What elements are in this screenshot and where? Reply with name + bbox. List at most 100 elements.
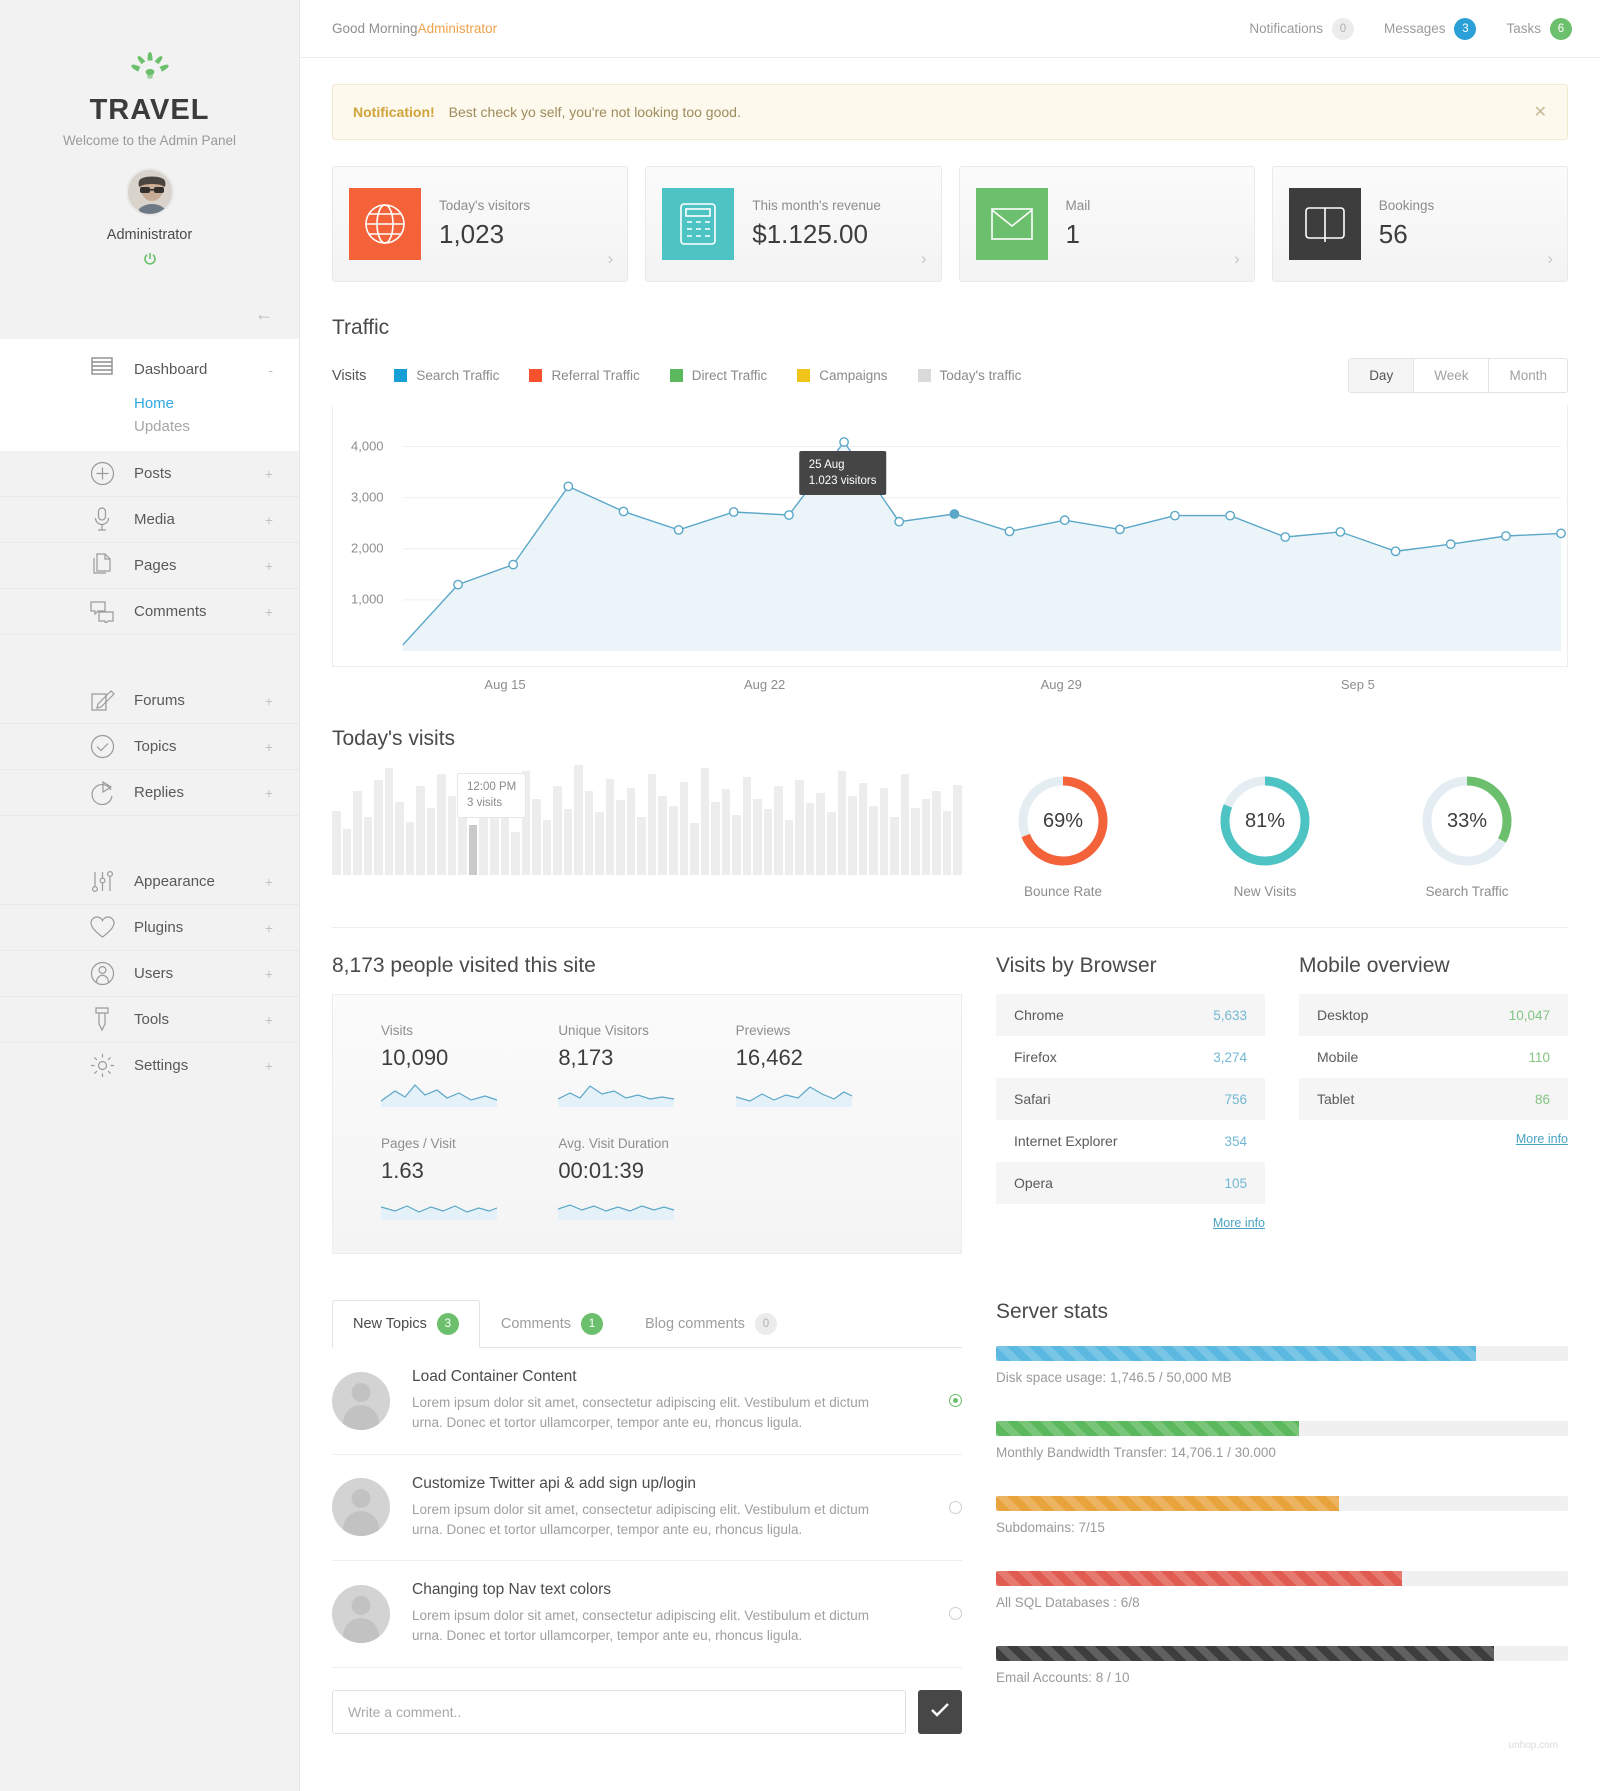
- chevron-right-icon[interactable]: ›: [608, 249, 614, 269]
- toggle-icon[interactable]: +: [265, 605, 273, 619]
- visit-bar[interactable]: [384, 768, 394, 875]
- comment-input[interactable]: [332, 1689, 906, 1734]
- chevron-right-icon[interactable]: ›: [1234, 249, 1240, 269]
- visit-bar[interactable]: [342, 829, 352, 875]
- card-todays-visitors[interactable]: Today's visitors 1,023 ›: [332, 166, 629, 282]
- visit-bar[interactable]: [911, 807, 920, 875]
- sidebar-item-comments[interactable]: Comments +: [0, 588, 299, 634]
- toggle-icon[interactable]: +: [265, 875, 273, 889]
- topic-item[interactable]: Load Container Content Lorem ipsum dolor …: [332, 1348, 962, 1455]
- legend-item-campaigns[interactable]: Campaigns: [797, 368, 888, 383]
- sidebar-item-topics[interactable]: Topics +: [0, 723, 299, 769]
- tab-new-topics[interactable]: New Topics 3: [332, 1300, 480, 1348]
- topic-radio[interactable]: [949, 1500, 962, 1514]
- visit-bar[interactable]: [732, 815, 741, 875]
- toggle-icon[interactable]: +: [265, 967, 273, 981]
- browser-row[interactable]: Chrome 5,633: [996, 994, 1265, 1036]
- topic-radio[interactable]: [949, 1607, 962, 1621]
- visit-bar[interactable]: [637, 816, 646, 875]
- range-week-button[interactable]: Week: [1413, 359, 1489, 392]
- sidebar-item-pages[interactable]: Pages +: [0, 542, 299, 588]
- sidebar-subitem-updates[interactable]: Updates: [0, 415, 299, 451]
- visit-bar[interactable]: [795, 780, 804, 875]
- tab-blog-comments[interactable]: Blog comments 0: [624, 1300, 798, 1348]
- card-bookings[interactable]: Bookings 56 ›: [1271, 166, 1568, 282]
- sidebar-item-dashboard[interactable]: Dashboard -: [0, 339, 299, 392]
- visit-bar[interactable]: [605, 778, 615, 875]
- visit-bar[interactable]: [784, 820, 794, 875]
- visit-bar[interactable]: [900, 774, 910, 875]
- visit-bar[interactable]: [942, 810, 952, 875]
- visit-bar[interactable]: [805, 803, 815, 875]
- visit-bar[interactable]: [405, 821, 415, 875]
- visit-bar[interactable]: [458, 813, 467, 875]
- browser-row[interactable]: Firefox 3,274: [996, 1036, 1265, 1078]
- sidebar-item-appearance[interactable]: Appearance +: [0, 859, 299, 904]
- visit-bar[interactable]: [921, 798, 931, 875]
- arrow-left-icon[interactable]: ←: [255, 304, 273, 324]
- visit-bar[interactable]: [374, 780, 383, 875]
- range-day-button[interactable]: Day: [1349, 359, 1414, 392]
- visit-bar[interactable]: [626, 787, 636, 875]
- visit-bar[interactable]: [890, 816, 899, 875]
- browser-row[interactable]: Internet Explorer 354: [996, 1120, 1265, 1162]
- visit-bar[interactable]: [468, 824, 478, 875]
- visit-bar[interactable]: [416, 786, 425, 875]
- visit-bar[interactable]: [953, 784, 962, 875]
- visit-bar[interactable]: [869, 806, 878, 875]
- visit-bar[interactable]: [700, 768, 710, 875]
- topbar-notifications[interactable]: Notifications 0: [1249, 17, 1354, 40]
- toggle-icon[interactable]: +: [265, 513, 273, 527]
- visit-bar[interactable]: [690, 823, 699, 875]
- toggle-icon[interactable]: +: [265, 467, 273, 481]
- sidebar-item-forums[interactable]: Forums +: [0, 678, 299, 723]
- visit-bar[interactable]: [816, 792, 825, 875]
- visit-bar[interactable]: [848, 795, 857, 875]
- visit-bar[interactable]: [542, 820, 552, 875]
- mobile-more-link[interactable]: More info: [1299, 1132, 1568, 1146]
- topbar-tasks[interactable]: Tasks 6: [1506, 17, 1572, 40]
- sidebar-item-settings[interactable]: Settings +: [0, 1042, 299, 1088]
- visit-bar[interactable]: [774, 786, 783, 875]
- visit-bar[interactable]: [763, 809, 773, 875]
- toggle-icon[interactable]: +: [265, 740, 273, 754]
- visit-bar[interactable]: [553, 786, 562, 875]
- sidebar-item-replies[interactable]: Replies +: [0, 769, 299, 815]
- mobile-row[interactable]: Mobile 110: [1299, 1036, 1568, 1078]
- visit-bar[interactable]: [753, 798, 762, 875]
- visit-bar[interactable]: [826, 812, 836, 875]
- browser-row[interactable]: Safari 756: [996, 1078, 1265, 1120]
- sidebar-item-media[interactable]: Media +: [0, 496, 299, 542]
- card-mail[interactable]: Mail 1 ›: [958, 166, 1255, 282]
- card-monthly-revenue[interactable]: This month's revenue $1.125.00 ›: [645, 166, 942, 282]
- submit-comment-button[interactable]: [918, 1689, 962, 1734]
- visit-bar[interactable]: [447, 795, 457, 875]
- toggle-icon[interactable]: +: [265, 786, 273, 800]
- toggle-icon[interactable]: +: [265, 694, 273, 708]
- visit-bar[interactable]: [363, 816, 373, 875]
- visit-bar[interactable]: [532, 798, 541, 875]
- visit-bar[interactable]: [426, 807, 436, 875]
- visit-bar[interactable]: [595, 812, 604, 875]
- topic-radio[interactable]: [949, 1394, 962, 1408]
- mobile-row[interactable]: Desktop 10,047: [1299, 994, 1568, 1036]
- visit-bar[interactable]: [858, 783, 868, 875]
- visit-bar[interactable]: [932, 790, 941, 875]
- legend-item-referral-traffic[interactable]: Referral Traffic: [529, 368, 640, 383]
- topbar-messages[interactable]: Messages 3: [1384, 17, 1477, 40]
- chevron-right-icon[interactable]: ›: [1547, 249, 1553, 269]
- sidebar-item-posts[interactable]: Posts +: [0, 451, 299, 496]
- mobile-row[interactable]: Tablet 86: [1299, 1078, 1568, 1120]
- toggle-icon[interactable]: +: [265, 559, 273, 573]
- todays-visits-bars[interactable]: [332, 765, 962, 875]
- sidebar-subitem-home[interactable]: Home: [0, 392, 299, 415]
- browsers-more-link[interactable]: More info: [996, 1216, 1265, 1230]
- topic-item[interactable]: Customize Twitter api & add sign up/logi…: [332, 1455, 962, 1561]
- close-icon[interactable]: ✕: [1534, 102, 1547, 122]
- visit-bar[interactable]: [563, 809, 573, 875]
- visit-bar[interactable]: [669, 806, 678, 875]
- sidebar-item-tools[interactable]: Tools +: [0, 996, 299, 1042]
- visit-bar[interactable]: [395, 801, 404, 875]
- toggle-icon[interactable]: +: [265, 921, 273, 935]
- visit-bar[interactable]: [574, 765, 583, 875]
